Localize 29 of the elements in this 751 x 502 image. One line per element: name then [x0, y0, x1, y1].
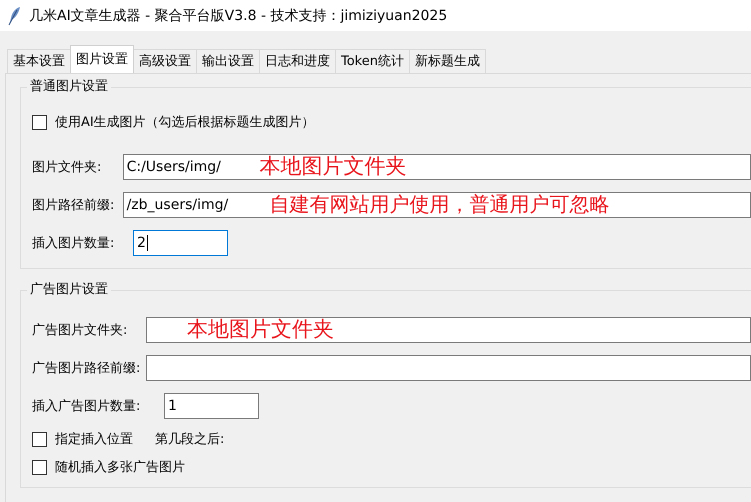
- annotation-text: 本地图片文件夹: [186, 318, 334, 341]
- tab[interactable]: 新标题生成: [409, 49, 486, 73]
- checkbox[interactable]: [32, 432, 47, 446]
- group-title: 普通图片设置: [27, 79, 111, 95]
- field-label: 图片文件夹:: [32, 159, 102, 176]
- field-label: 广告图片路径前缀:: [32, 360, 142, 377]
- input-field[interactable]: 1: [164, 393, 259, 419]
- input-field[interactable]: 2: [133, 230, 228, 256]
- window-title: 几米AI文章生成器 - 聚合平台版V3.8 - 技术支持：jimiziyuan2025: [29, 6, 448, 24]
- field-label: 第几段之后:: [155, 431, 224, 448]
- checkbox-label: 指定插入位置: [55, 431, 133, 448]
- checkbox[interactable]: [32, 460, 47, 474]
- checkbox-label: 随机插入多张广告图片: [55, 459, 185, 476]
- checkbox-label: 使用AI生成图片（勾选后根据标题生成图片）: [55, 114, 315, 131]
- input-field[interactable]: 本地图片文件夹: [146, 317, 751, 343]
- input-field[interactable]: C:/Users/img/ 本地图片文件夹: [122, 154, 751, 180]
- field-label: 图片路径前缀:: [32, 197, 116, 214]
- field-label: 插入广告图片数量:: [32, 398, 142, 415]
- field-label: 广告图片文件夹:: [32, 322, 128, 339]
- group-title: 广告图片设置: [27, 282, 111, 298]
- input-field[interactable]: /zb_users/img/ 自建有网站用户使用，普通用户可忽略: [122, 192, 751, 218]
- annotation-text: 自建有网站用户使用，普通用户可忽略: [270, 193, 610, 216]
- checkbox[interactable]: [32, 114, 47, 130]
- input-field[interactable]: [146, 355, 751, 381]
- tab[interactable]: 图片设置: [70, 45, 134, 73]
- field-label: 插入图片数量:: [32, 235, 116, 252]
- tab[interactable]: 基本设置: [7, 49, 71, 73]
- feather-icon: [7, 6, 21, 26]
- annotation-text: 本地图片文件夹: [260, 155, 407, 178]
